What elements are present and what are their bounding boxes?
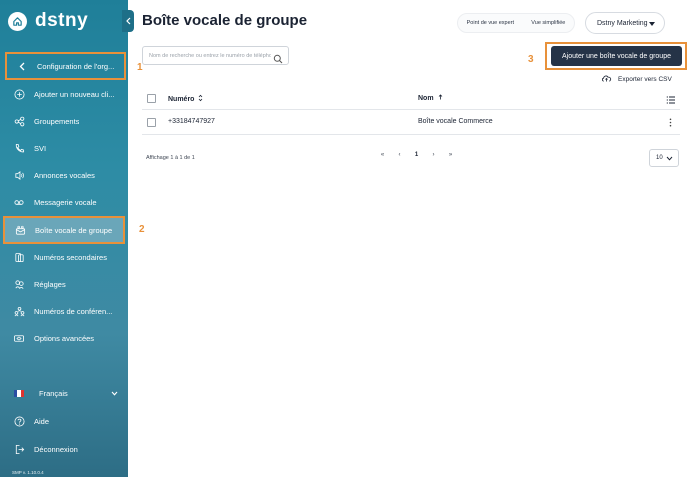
sidebar-item-label: Configuration de l'org... (37, 61, 115, 71)
sidebar-item-label: Annonces vocales (34, 170, 95, 180)
pagination: « ‹ 1 › » (374, 152, 459, 158)
organization-select[interactable]: Dstny Marketing (585, 12, 665, 34)
column-header-nom[interactable]: Nom (418, 94, 443, 102)
sidebar-item-label: Options avancées (34, 333, 95, 343)
export-csv-label: Exporter vers CSV (618, 75, 672, 83)
sidebar-item-groupements[interactable]: Groupements (4, 108, 124, 134)
chevron-left-icon (125, 12, 131, 30)
brand[interactable]: dstny (8, 10, 88, 32)
page-title: Boîte vocale de groupe (142, 12, 308, 29)
search-input[interactable] (143, 52, 271, 59)
sidebar-item-messagerie-vocale[interactable]: Messagerie vocale (4, 189, 124, 215)
chevron-down-icon (111, 389, 118, 398)
select-all-checkbox[interactable] (147, 94, 156, 103)
sidebar-item-label: Groupements (34, 116, 80, 126)
add-group-mailbox-button[interactable]: Ajouter une boîte vocale de groupe (551, 46, 682, 66)
columns-settings-icon[interactable] (666, 92, 676, 110)
voicemail-icon (10, 197, 28, 208)
sort-icon (198, 94, 203, 104)
sidebar-item-label: Ajouter un nouveau cli... (34, 89, 115, 99)
search-icon[interactable] (273, 51, 283, 69)
row-menu-icon[interactable] (669, 118, 672, 127)
sidebar-item-add-client[interactable]: Ajouter un nouveau cli... (4, 81, 124, 107)
sidebar-item-label: SVI (34, 143, 47, 153)
sidebar-item-options-avancees[interactable]: Options avancées (4, 325, 124, 351)
table-header: Numéro Nom (142, 88, 680, 110)
prev-page-button[interactable]: ‹ (391, 152, 408, 158)
sidebar-item-deconnexion[interactable]: Déconnexion (4, 436, 124, 462)
caret-down-icon (649, 22, 655, 26)
sidebar-item-label: Boîte vocale de groupe (35, 225, 113, 235)
sidebar-item-svi[interactable]: SVI (4, 135, 124, 161)
cell-number: +33184747927 (168, 118, 215, 125)
app-root: dstny Configuration de l'org... Ajouter … (0, 0, 688, 477)
organization-name: Dstny Marketing (597, 19, 648, 27)
home-icon (8, 11, 27, 31)
chevron-down-icon (666, 156, 673, 161)
plus-circle-icon (10, 89, 28, 100)
group-mailbox-icon (11, 225, 29, 236)
sidebar-item-reglages[interactable]: Réglages (4, 271, 124, 297)
voice-announce-icon (10, 170, 28, 181)
step-marker-2: 2 (139, 224, 145, 235)
sidebar-item-label: Réglages (34, 279, 66, 289)
export-csv-link[interactable]: Exporter vers CSV (601, 74, 672, 84)
last-page-button[interactable]: » (442, 152, 459, 158)
settings-icon (10, 279, 28, 290)
column-label: Nom (418, 94, 434, 102)
cell-name: Boîte vocale Commerce (418, 118, 493, 125)
search-box (142, 46, 289, 65)
sidebar-item-boite-vocale-groupe[interactable]: Boîte vocale de groupe (3, 216, 125, 244)
column-label: Numéro (168, 95, 195, 103)
version-label: SMP v. 1.10.0.4 (12, 470, 44, 475)
sidebar-item-numeros-secondaires[interactable]: Numéros secondaires (4, 244, 124, 270)
brand-name: dstny (35, 10, 89, 31)
page-size-value: 10 (656, 155, 663, 161)
sidebar-back-org-config[interactable]: Configuration de l'org... (5, 52, 126, 80)
advanced-options-icon (10, 333, 28, 344)
sidebar-item-label: Numéros secondaires (34, 252, 107, 262)
help-icon (10, 416, 28, 427)
phone-menu-icon (10, 143, 28, 154)
sidebar: dstny Configuration de l'org... Ajouter … (0, 0, 134, 477)
sidebar-item-aide[interactable]: Aide (4, 408, 124, 434)
conference-icon (10, 306, 28, 317)
secondary-numbers-icon (10, 252, 28, 263)
language-selector[interactable]: Français (4, 384, 124, 402)
view-simple-option[interactable]: Vue simplifiée (531, 20, 565, 26)
page-size-select[interactable]: 10 (649, 149, 679, 167)
table-row[interactable]: +33184747927 Boîte vocale Commerce (142, 110, 680, 135)
sidebar-item-label: Numéros de conféren... (34, 306, 113, 316)
current-page[interactable]: 1 (408, 152, 425, 158)
logout-icon (10, 444, 28, 455)
sidebar-item-annonces-vocales[interactable]: Annonces vocales (4, 162, 124, 188)
view-mode-toggle: Point de vue expert Vue simplifiée (457, 13, 575, 33)
row-checkbox[interactable] (147, 118, 156, 127)
language-label: Français (39, 388, 68, 398)
sidebar-item-label: Aide (34, 416, 50, 426)
chevron-left-icon (13, 62, 31, 71)
next-page-button[interactable]: › (425, 152, 442, 158)
group-icon (10, 116, 28, 127)
sidebar-collapse-button[interactable] (122, 10, 134, 32)
sidebar-item-label: Déconnexion (34, 444, 78, 454)
column-header-numero[interactable]: Numéro (168, 94, 203, 104)
sidebar-item-numeros-conference[interactable]: Numéros de conféren... (4, 298, 124, 324)
step-marker-3: 3 (528, 54, 534, 65)
view-expert-option[interactable]: Point de vue expert (467, 20, 514, 26)
cloud-upload-icon (601, 74, 615, 84)
mailbox-table: Numéro Nom +33184747927 Boîte vocale Com… (142, 88, 680, 135)
sidebar-item-label: Messagerie vocale (34, 197, 97, 207)
pagination-info: Affichage 1 à 1 de 1 (146, 155, 195, 161)
france-flag-icon (14, 389, 24, 397)
sort-ascending-icon (438, 94, 443, 102)
first-page-button[interactable]: « (374, 152, 391, 158)
